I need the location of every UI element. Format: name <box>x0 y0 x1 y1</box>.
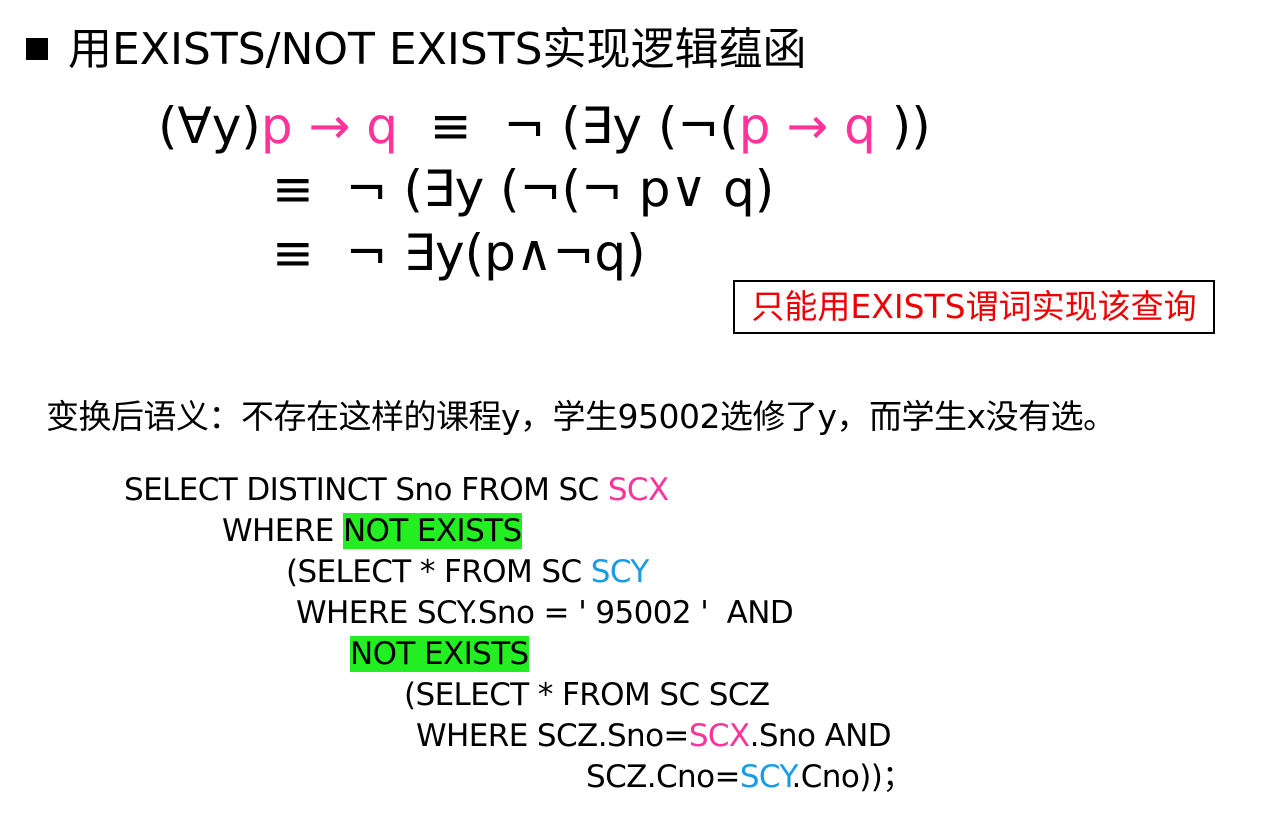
sql-alias-scy: SCY <box>590 554 650 590</box>
sql-where: WHERE <box>222 513 343 549</box>
formula-implication-lhs: p → q <box>260 97 398 155</box>
sql-not-exists-outer: NOT EXISTS <box>342 513 522 549</box>
sql-alias-scx-ref: SCX <box>688 718 750 754</box>
slide-title: 用EXISTS/NOT EXISTS实现逻辑蕴函 <box>68 24 807 75</box>
sql-select-distinct: SELECT DISTINCT Sno FROM SC <box>124 472 608 508</box>
sql-line-3: (SELECT * FROM SC SCY <box>286 552 649 592</box>
sql-line-7: WHERE SCZ.Sno=SCX.Sno AND <box>416 716 892 756</box>
transformed-semantics: 变换后语义：不存在这样的课程y，学生95002选修了y，而学生x没有选。 <box>46 397 1116 436</box>
formula-equiv-part: ≡ ¬ (∃y (¬( <box>397 97 739 155</box>
sql-line-5: NOT EXISTS <box>350 634 529 674</box>
formula-forall: (∀y) <box>158 97 261 155</box>
formula-line-3: ≡ ¬ ∃y(p∧¬q) <box>272 224 646 282</box>
sql-line-1: SELECT DISTINCT Sno FROM SC SCX <box>124 470 669 510</box>
formula-line-1: (∀y)p → q ≡ ¬ (∃y (¬(p → q )) <box>158 95 931 157</box>
exists-only-note: 只能用EXISTS谓词实现该查询 <box>733 280 1215 334</box>
sql-alias-scx: SCX <box>607 472 669 508</box>
sql-line-4: WHERE SCY.Sno = ' 95002 ' AND <box>296 595 794 631</box>
formula-close: )) <box>875 97 931 155</box>
formula-implication-rhs: p → q <box>738 97 876 155</box>
sql-not-exists-inner: NOT EXISTS <box>350 636 529 672</box>
formula-line-2: ≡ ¬ (∃y (¬(¬ p∨ q) <box>272 160 775 218</box>
sql-sno-and: .Sno AND <box>749 718 892 754</box>
sql-line-8: SCZ.Cno=SCY.Cno))； <box>586 757 913 797</box>
sql-alias-scy-ref: SCY <box>739 759 792 795</box>
sql-subselect-1: (SELECT * FROM SC <box>286 554 591 590</box>
sql-line-2: WHERE NOT EXISTS <box>222 511 522 551</box>
title-bullet-square <box>26 38 48 60</box>
sql-scz-cno: SCZ.Cno= <box>586 759 740 795</box>
sql-cno-close: .Cno))； <box>791 759 914 795</box>
sql-where-scz-sno: WHERE SCZ.Sno= <box>416 718 689 754</box>
sql-line-6: (SELECT * FROM SC SCZ <box>404 677 770 713</box>
